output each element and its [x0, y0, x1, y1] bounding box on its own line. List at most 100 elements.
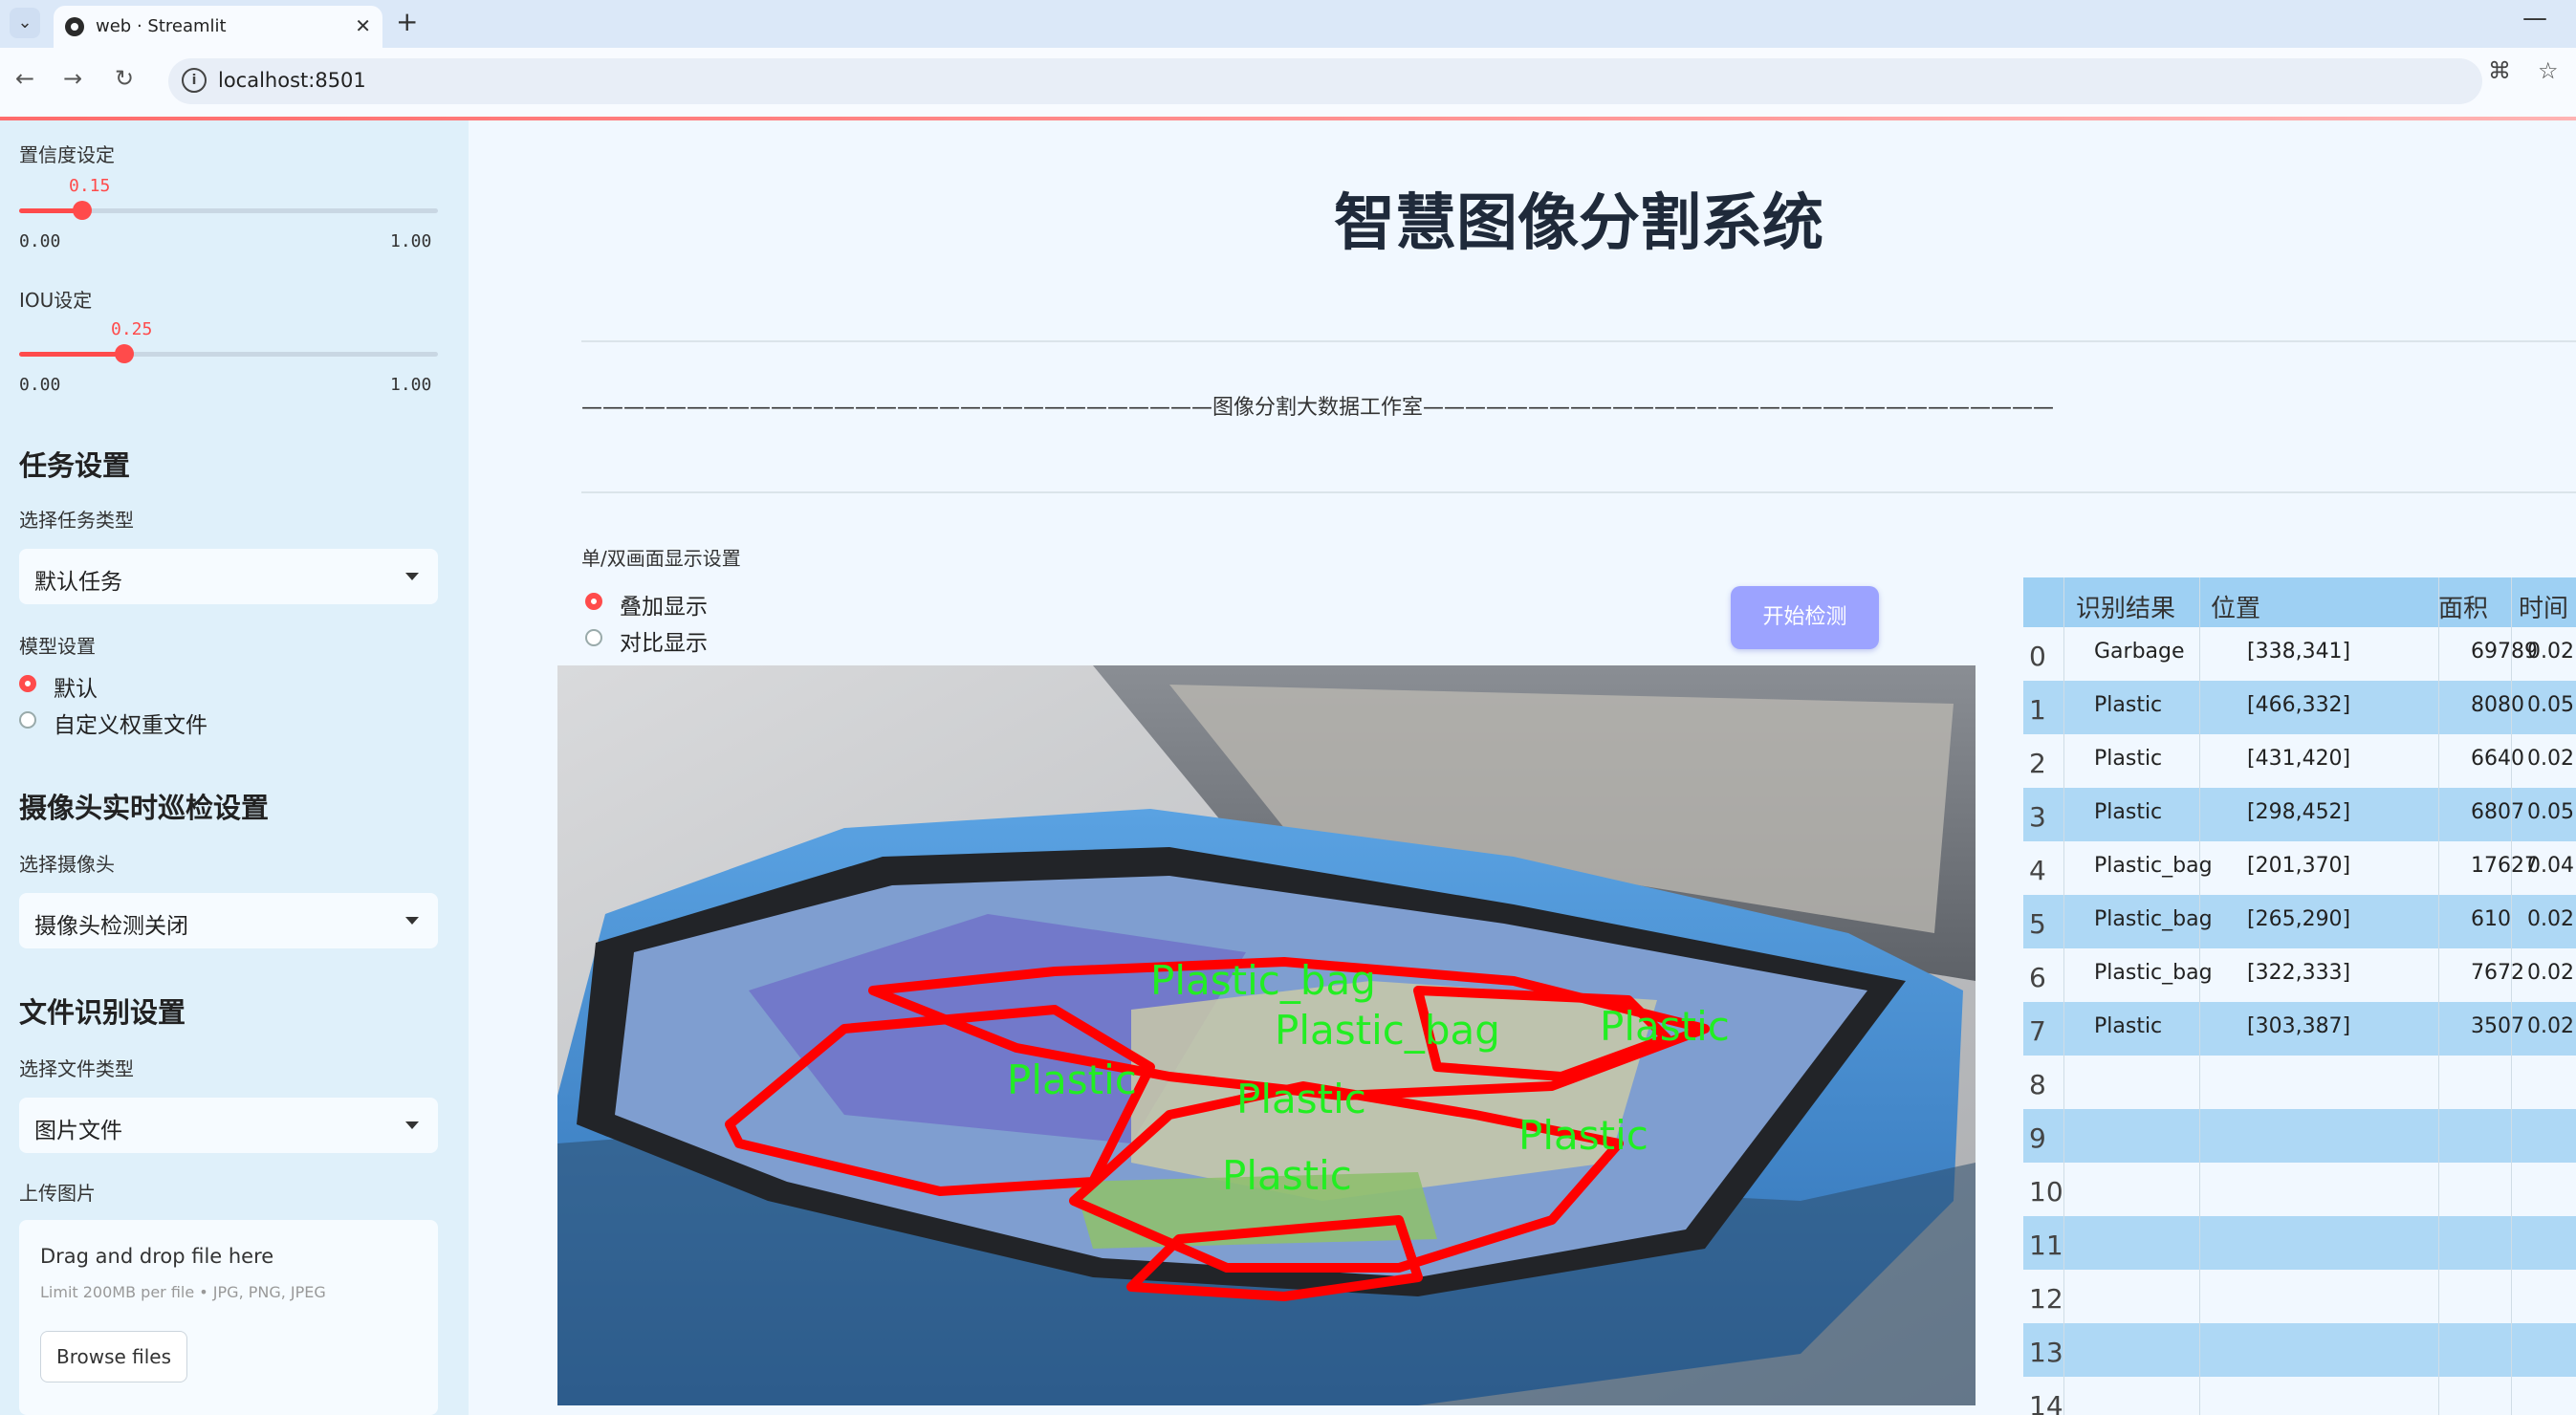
cell-area: 6640 [2471, 747, 2524, 771]
file-uploader-dropzone[interactable]: Drag and drop file here Limit 200MB per … [19, 1220, 438, 1415]
task-type-label: 选择任务类型 [19, 509, 134, 532]
display-option-label: 叠加显示 [620, 595, 708, 620]
chevron-down-icon [405, 917, 419, 925]
cell-area: 610 [2471, 907, 2511, 931]
table-row[interactable]: 8 [2023, 1056, 2576, 1109]
row-index: 6 [2029, 962, 2046, 993]
row-index: 9 [2029, 1122, 2046, 1154]
detection-label: Plastic [1600, 1003, 1730, 1050]
forward-arrow-icon[interactable]: → [63, 65, 82, 92]
file-settings-heading: 文件识别设置 [19, 996, 186, 1029]
iou-slider[interactable] [19, 344, 438, 363]
radio-unselected-icon[interactable] [19, 711, 36, 729]
bookmark-star-icon[interactable]: ☆ [2538, 57, 2559, 84]
dropzone-limit: Limit 200MB per file • JPG, PNG, JPEG [40, 1283, 326, 1301]
model-option-label: 自定义权重文件 [54, 713, 207, 738]
cell-result: Plastic [2094, 747, 2163, 771]
iou-slider-thumb[interactable] [115, 344, 134, 363]
divider [581, 491, 2576, 493]
row-index: 13 [2029, 1337, 2063, 1368]
address-bar: ← → ↻ i localhost:8501 ⌘ ☆ [0, 48, 2576, 118]
radio-selected-icon[interactable] [585, 593, 602, 610]
confidence-slider-thumb[interactable] [73, 201, 92, 220]
camera-select-value: 摄像头检测关闭 [34, 914, 188, 939]
confidence-max: 1.00 [390, 231, 432, 251]
translate-icon[interactable]: ⌘ [2488, 57, 2511, 84]
table-row[interactable]: 2 Plastic [431,420] 6640 0.02 [2023, 734, 2576, 788]
column-header-area[interactable]: 面积 [2438, 589, 2488, 624]
row-index: 8 [2029, 1069, 2046, 1100]
table-row[interactable]: 10 [2023, 1163, 2576, 1216]
table-row[interactable]: 14 [2023, 1377, 2576, 1415]
cell-time: 0.02 [2527, 640, 2574, 664]
cell-result: Plastic [2094, 800, 2163, 824]
cell-time: 0.02 [2527, 907, 2574, 931]
confidence-label: 置信度设定 [19, 143, 115, 166]
cell-result: Plastic [2094, 1014, 2163, 1038]
cell-pos: [322,333] [2247, 961, 2351, 985]
minimize-window-icon[interactable]: — [2522, 4, 2547, 33]
back-arrow-icon[interactable]: ← [15, 65, 34, 92]
table-row[interactable]: 1 Plastic [466,332] 8080 0.05 [2023, 681, 2576, 734]
display-mode-label: 单/双画面显示设置 [581, 547, 741, 570]
column-divider [2063, 577, 2064, 1415]
table-row[interactable]: 9 [2023, 1109, 2576, 1163]
cell-pos: [303,387] [2247, 1014, 2351, 1038]
site-info-icon[interactable]: i [182, 68, 207, 93]
row-index: 2 [2029, 748, 2046, 779]
detection-label: Plastic [1222, 1152, 1352, 1199]
streamlit-favicon-icon [65, 17, 84, 36]
row-index: 4 [2029, 855, 2046, 886]
url-field[interactable]: i localhost:8501 [168, 58, 2482, 104]
camera-settings-heading: 摄像头实时巡检设置 [19, 792, 270, 824]
table-row[interactable]: 3 Plastic [298,452] 6807 0.05 [2023, 788, 2576, 841]
browser-tab-bar: ⌄ web · Streamlit ✕ + — [0, 0, 2576, 48]
column-divider [2199, 577, 2200, 1415]
tab-list-chevron-icon[interactable]: ⌄ [10, 8, 40, 38]
confidence-slider[interactable] [19, 201, 438, 220]
results-table[interactable]: 识别结果 位置 面积 时间 0 Garbage [338,341] 69789 0.02… [2023, 577, 2576, 1415]
detection-label: Plastic_bag [1150, 957, 1376, 1004]
row-index: 14 [2029, 1390, 2063, 1415]
tab-title: web · Streamlit [96, 16, 227, 36]
detection-label: Plastic [1518, 1112, 1648, 1159]
cell-time: 0.04 [2527, 854, 2574, 878]
radio-selected-icon[interactable] [19, 675, 36, 692]
start-detection-button[interactable]: 开始检测 [1731, 586, 1879, 649]
browse-files-button[interactable]: Browse files [40, 1331, 187, 1382]
column-header-time[interactable]: 时间 [2519, 589, 2568, 624]
reload-icon[interactable]: ↻ [115, 65, 134, 92]
browser-tab[interactable]: web · Streamlit ✕ [54, 6, 382, 48]
divider [581, 340, 2576, 342]
cell-time: 0.02 [2527, 747, 2574, 771]
detection-label: Plastic [1007, 1056, 1137, 1103]
column-header-position[interactable]: 位置 [2211, 589, 2260, 624]
radio-unselected-icon[interactable] [585, 629, 602, 646]
cell-result: Plastic [2094, 693, 2163, 717]
table-row[interactable]: 11 [2023, 1216, 2576, 1270]
confidence-min: 0.00 [19, 231, 61, 251]
table-row[interactable]: 7 Plastic [303,387] 3507 0.02 [2023, 1002, 2576, 1056]
camera-select[interactable]: 摄像头检测关闭 [19, 893, 438, 948]
row-index: 11 [2029, 1230, 2063, 1261]
row-index: 3 [2029, 801, 2046, 833]
table-row[interactable]: 4 Plastic_bag [201,370] 17627 0.04 [2023, 841, 2576, 895]
confidence-value: 0.15 [69, 176, 111, 196]
task-type-select[interactable]: 默认任务 [19, 549, 438, 604]
row-index: 1 [2029, 694, 2046, 726]
table-row[interactable]: 5 Plastic_bag [265,290] 610 0.02 [2023, 895, 2576, 948]
table-row[interactable]: 13 [2023, 1323, 2576, 1377]
camera-select-label: 选择摄像头 [19, 853, 115, 876]
new-tab-plus-icon[interactable]: + [396, 6, 418, 37]
table-row[interactable]: 12 [2023, 1270, 2576, 1323]
column-header-result[interactable]: 识别结果 [2076, 589, 2175, 624]
table-row[interactable]: 0 Garbage [338,341] 69789 0.02 [2023, 627, 2576, 681]
dropzone-title: Drag and drop file here [40, 1245, 274, 1268]
chevron-down-icon [405, 573, 419, 580]
file-type-select[interactable]: 图片文件 [19, 1098, 438, 1153]
cell-time: 0.05 [2527, 693, 2574, 717]
table-header: 识别结果 位置 面积 时间 [2023, 577, 2576, 627]
close-tab-icon[interactable]: ✕ [355, 14, 371, 37]
table-row[interactable]: 6 Plastic_bag [322,333] 7672 0.02 [2023, 948, 2576, 1002]
page-title: 智慧图像分割系统 [1334, 188, 1823, 259]
